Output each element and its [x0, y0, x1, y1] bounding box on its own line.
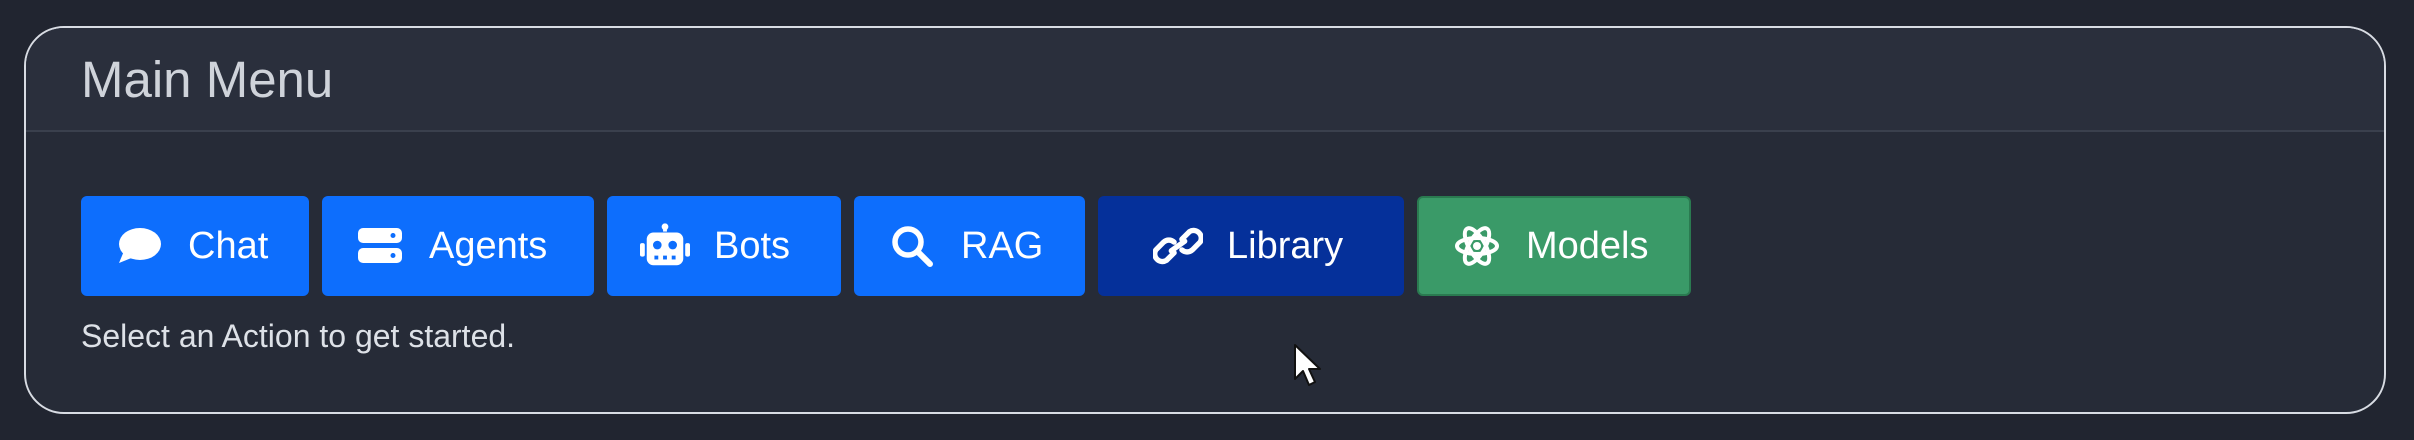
bots-button[interactable]: Bots	[607, 196, 841, 296]
link-icon	[1153, 221, 1203, 271]
models-label: Models	[1526, 224, 1649, 267]
atom-icon	[1452, 221, 1502, 271]
models-button[interactable]: Models	[1417, 196, 1691, 296]
speech-bubble-icon	[114, 221, 164, 271]
agents-label: Agents	[429, 224, 548, 267]
library-label: Library	[1227, 224, 1344, 267]
panel-body: Chat Agents Bots RAG Library Models Sele…	[26, 132, 2384, 355]
server-icon	[355, 221, 405, 271]
agents-button[interactable]: Agents	[322, 196, 594, 296]
chat-button[interactable]: Chat	[81, 196, 309, 296]
robot-icon	[640, 221, 690, 271]
rag-label: RAG	[961, 224, 1044, 267]
bots-label: Bots	[714, 224, 791, 267]
mouse-cursor-icon	[1294, 344, 1321, 386]
chat-label: Chat	[188, 224, 269, 267]
library-button[interactable]: Library	[1098, 196, 1404, 296]
main-menu-panel: Main Menu Chat Agents Bots RAG Library M…	[24, 26, 2386, 414]
search-icon	[887, 221, 937, 271]
rag-button[interactable]: RAG	[854, 196, 1085, 296]
panel-title: Main Menu	[81, 50, 334, 108]
action-button-group: Chat Agents Bots RAG Library Models	[81, 196, 2384, 296]
panel-header: Main Menu	[26, 28, 2384, 132]
helper-text: Select an Action to get started.	[81, 318, 516, 354]
